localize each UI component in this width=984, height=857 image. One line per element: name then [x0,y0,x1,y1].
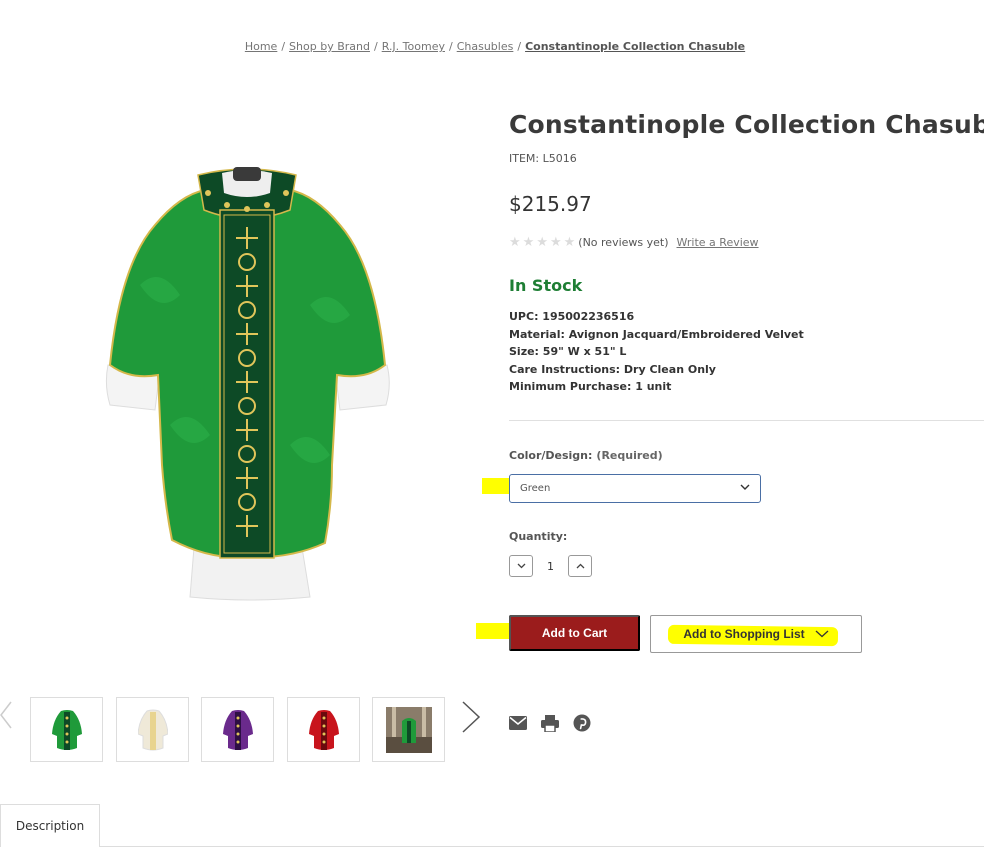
thumbnail-white[interactable] [116,697,189,762]
chevron-down-icon [815,630,829,638]
breadcrumb-separator: / [373,40,378,53]
add-to-cart-button[interactable]: Add to Cart [509,615,640,651]
product-main-image[interactable] [100,165,395,605]
breadcrumb-separator: / [517,40,522,53]
thumbnail-image [137,709,168,750]
quantity-decrease-button[interactable] [509,555,533,577]
quantity-stepper: 1 [509,555,592,577]
thumbnail-strip [0,697,490,762]
chevron-right-icon[interactable] [461,700,481,742]
breadcrumb-category[interactable]: Chasubles [457,40,514,53]
breadcrumb-current[interactable]: Constantinople Collection Chasuble [525,40,745,53]
quantity-label: Quantity: [509,530,568,543]
divider [509,420,984,421]
spec-material: Material: Avignon Jacquard/Embroidered V… [509,327,804,341]
reviews-count: (No reviews yet) [578,236,669,249]
breadcrumb-separator: / [448,40,453,53]
spec-upc: UPC: 195002236516 [509,310,635,323]
breadcrumb: Home / Shop by Brand / R.J. Toomey / Chasubles… [0,40,984,53]
spec-minimum-purchase: Minimum Purchase: 1 unit [509,380,672,393]
quantity-increase-button[interactable] [568,555,592,577]
breadcrumb-home[interactable]: Home [245,40,277,53]
print-icon[interactable] [541,714,559,732]
breadcrumb-shop-by-brand[interactable]: Shop by Brand [289,40,370,53]
spec-care: Care Instructions: Dry Clean Only [509,362,716,376]
product-title: Constantinople Collection Chasuble [509,110,984,139]
color-design-label-text: Color/Design: [509,449,593,462]
add-to-shopping-list-button[interactable]: Add to Shopping List [650,615,862,653]
product-specs: UPC: 195002236516 Material: Avignon Jacq… [509,308,804,396]
thumbnail-red[interactable] [287,697,360,762]
chasuble-image [105,167,390,601]
spec-size: Size: 59" W x 51" L [509,345,627,358]
tab-description[interactable]: Description [0,804,100,847]
add-to-shopping-list-label: Add to Shopping List [683,627,805,641]
pinterest-icon[interactable] [573,714,591,732]
thumbnail-green[interactable] [30,697,103,762]
thumbnail-church[interactable] [372,697,445,762]
thumbnail-image [222,709,253,750]
star-icon: ★ [549,235,562,250]
color-design-selected: Green [520,483,551,494]
color-design-label: Color/Design: (Required) [509,449,663,462]
star-icon: ★ [509,235,521,250]
mail-icon[interactable] [509,714,527,732]
chevron-up-icon [576,563,584,569]
thumbnail-image [308,709,339,750]
quantity-input[interactable]: 1 [533,560,568,573]
write-review-link[interactable]: Write a Review [677,236,759,249]
breadcrumb-brand[interactable]: R.J. Toomey [382,40,445,53]
product-price: $215.97 [509,192,592,216]
stock-status: In Stock [509,276,583,295]
chevron-down-icon [517,563,525,569]
chevron-down-icon [740,483,750,494]
product-rating: ★ ★ ★ ★ ★ (No reviews yet) Write a Revie… [509,236,759,249]
product-sku: ITEM: L5016 [509,152,577,165]
tab-divider [100,846,984,847]
thumbnail-purple[interactable] [201,697,274,762]
rating-stars: ★ ★ ★ ★ ★ [509,236,575,249]
breadcrumb-separator: / [281,40,286,53]
star-icon: ★ [563,235,576,250]
share-icons [509,714,591,732]
star-icon: ★ [536,235,548,250]
thumbnail-image [385,706,432,753]
color-design-select[interactable]: Green [509,474,761,503]
thumbnail-image [51,709,82,750]
star-icon: ★ [522,235,535,250]
required-indicator: (Required) [596,449,663,462]
